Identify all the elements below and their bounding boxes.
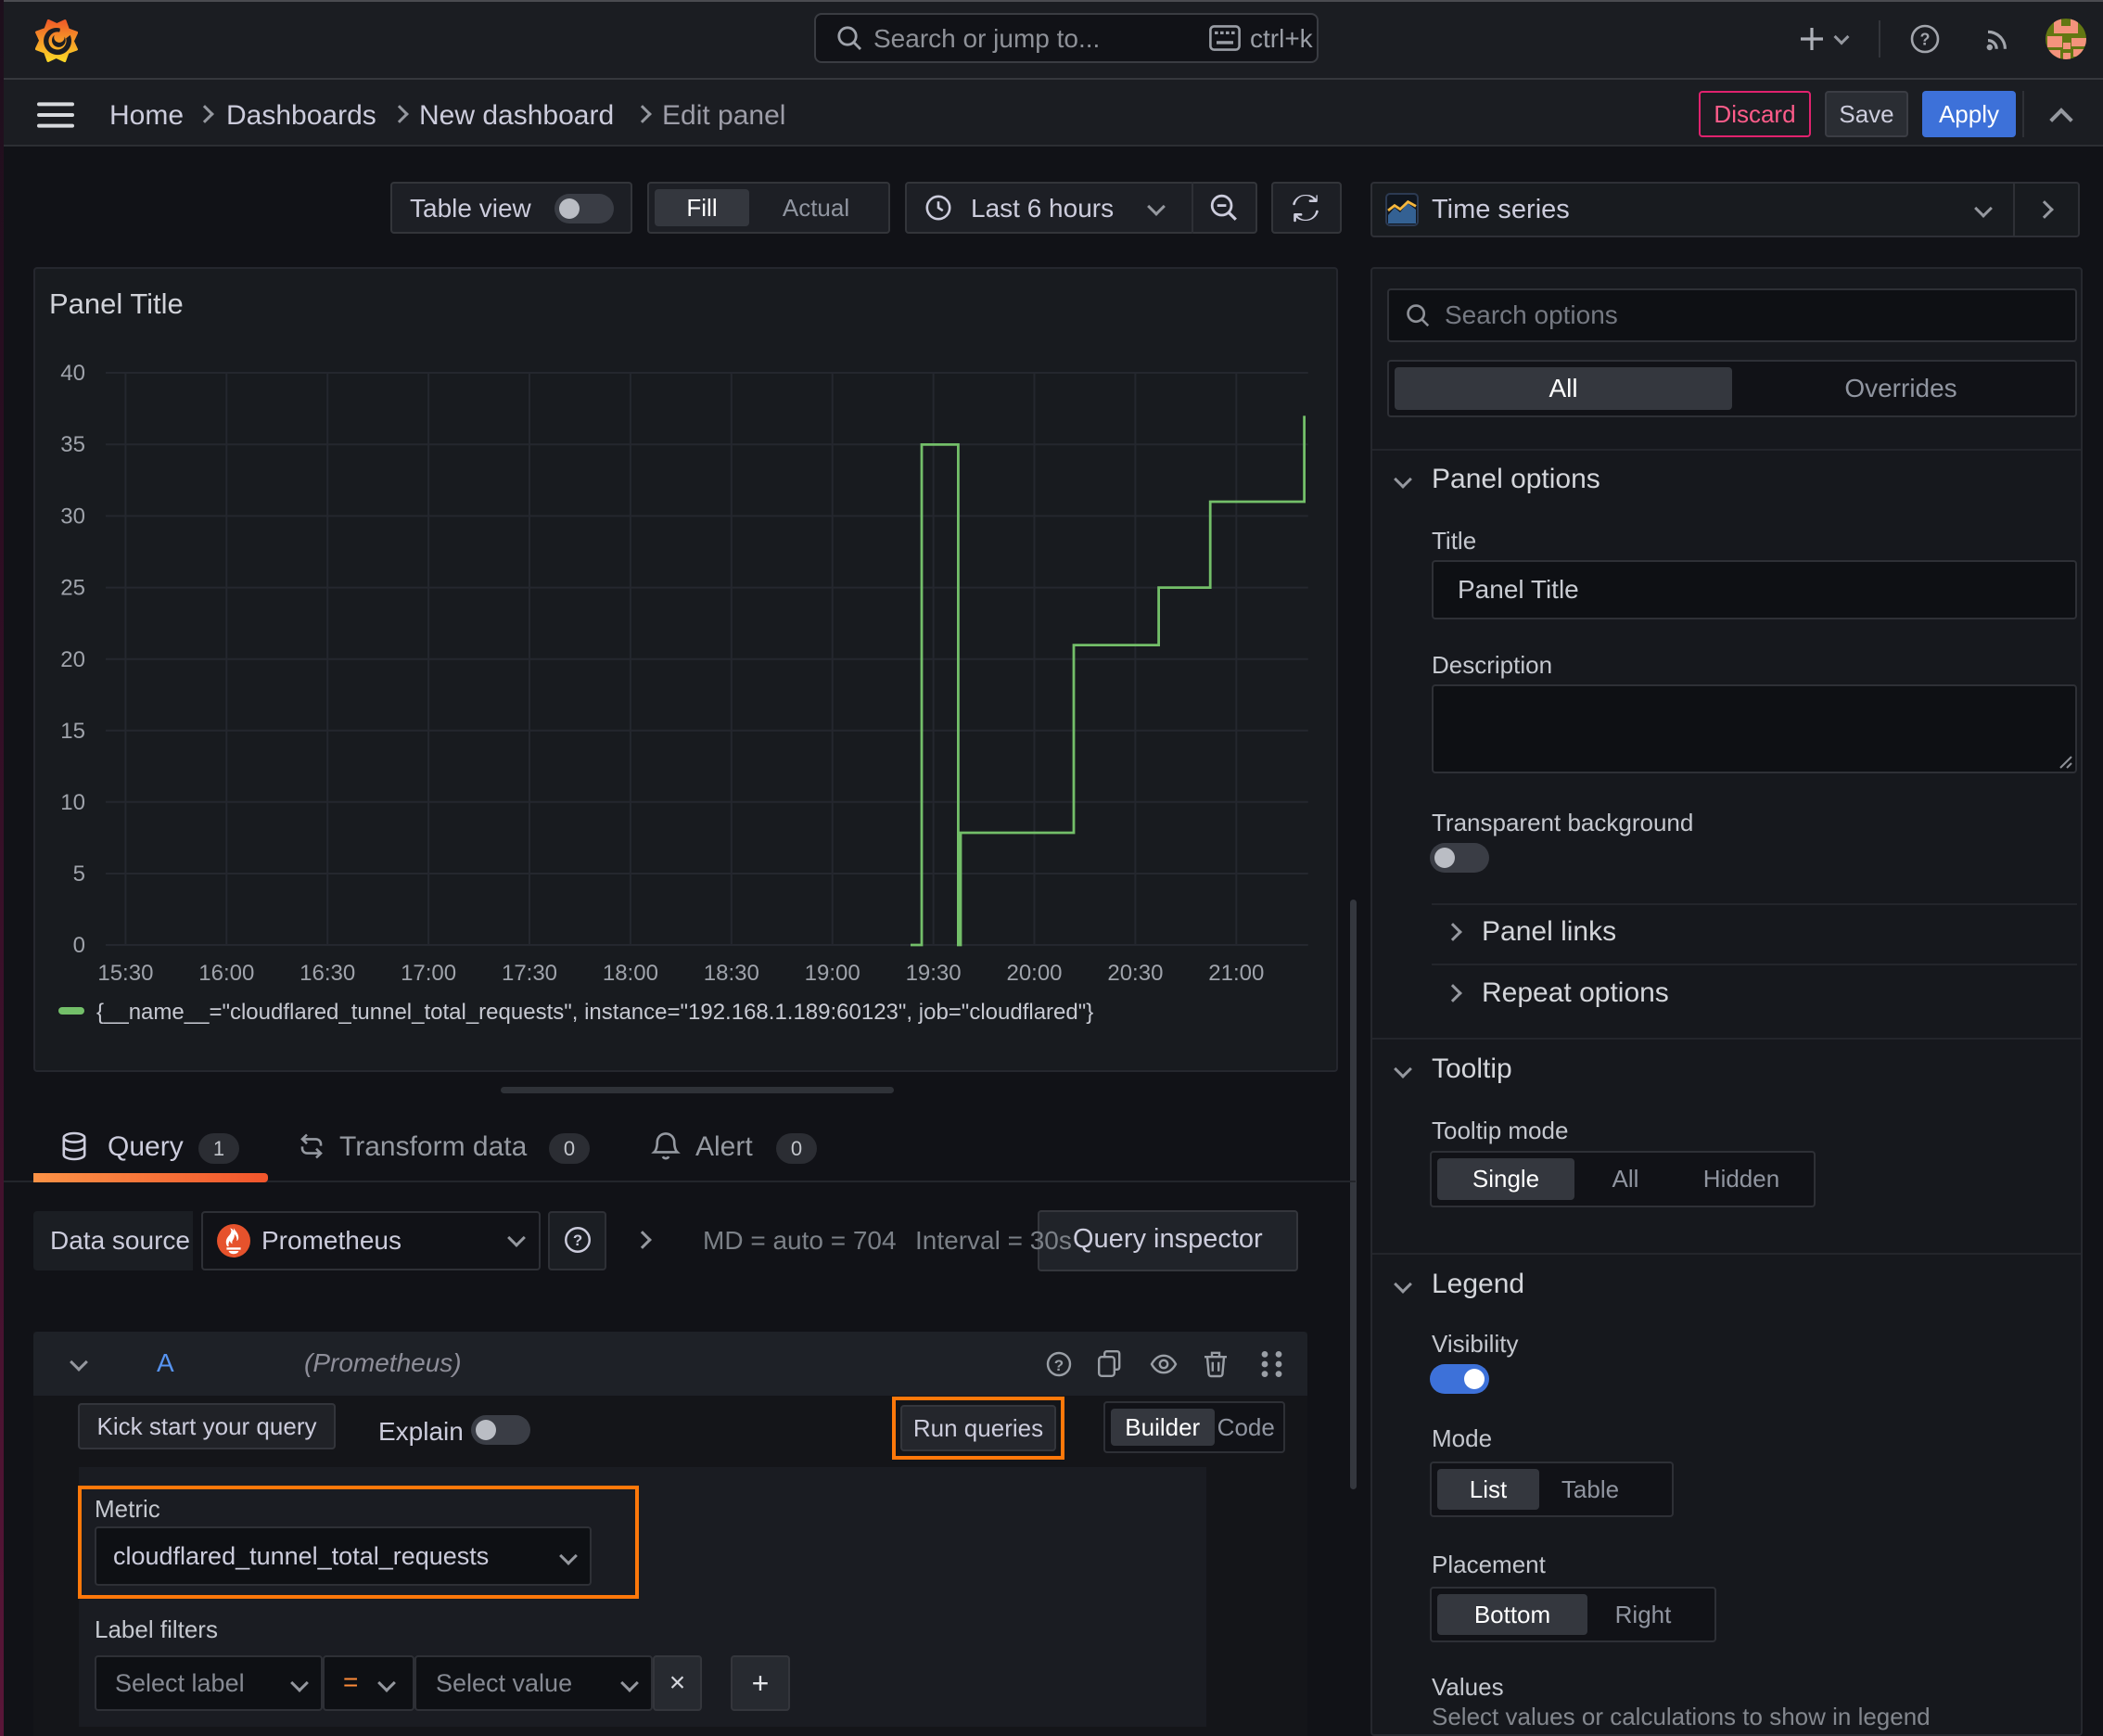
svg-text:40: 40	[60, 361, 85, 386]
svg-text:?: ?	[1920, 30, 1931, 48]
svg-text:10: 10	[60, 790, 85, 815]
svg-text:5: 5	[73, 862, 85, 887]
svg-text:20: 20	[60, 647, 85, 672]
svg-text:18:30: 18:30	[704, 961, 759, 986]
svg-text:{__name__="cloudflared_tunnel_: {__name__="cloudflared_tunnel_total_requ…	[96, 1000, 1093, 1025]
svg-text:18:00: 18:00	[603, 961, 658, 986]
svg-text:16:00: 16:00	[198, 961, 254, 986]
svg-text:?: ?	[1054, 1357, 1064, 1374]
svg-text:16:30: 16:30	[300, 961, 355, 986]
svg-text:?: ?	[573, 1232, 582, 1249]
svg-text:19:30: 19:30	[906, 961, 962, 986]
svg-text:0: 0	[73, 933, 85, 958]
svg-text:25: 25	[60, 576, 85, 601]
svg-text:35: 35	[60, 432, 85, 457]
svg-text:20:30: 20:30	[1107, 961, 1163, 986]
svg-text:15:30: 15:30	[97, 961, 153, 986]
svg-text:20:00: 20:00	[1006, 961, 1062, 986]
svg-text:15: 15	[60, 719, 85, 744]
svg-text:30: 30	[60, 504, 85, 529]
svg-text:21:00: 21:00	[1208, 961, 1264, 986]
svg-text:17:30: 17:30	[502, 961, 557, 986]
svg-text:19:00: 19:00	[805, 961, 860, 986]
svg-text:17:00: 17:00	[401, 961, 456, 986]
